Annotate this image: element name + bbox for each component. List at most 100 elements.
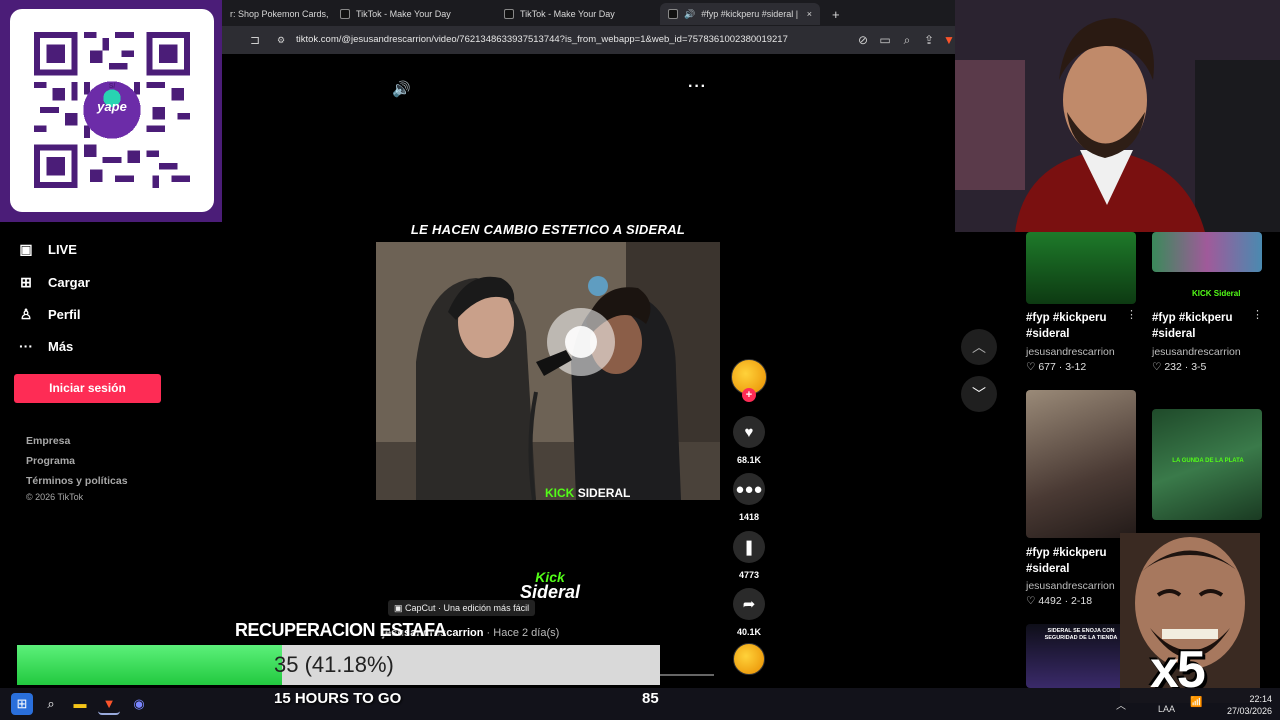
nav-item-live[interactable]: ▣ LIVE bbox=[18, 241, 77, 257]
chevron-up-icon: ︿ bbox=[972, 339, 986, 355]
thumb-caption: LA GUNDA DE LA PLATA bbox=[1172, 458, 1244, 464]
post-time: · Hace 2 día(s) bbox=[483, 627, 560, 639]
prev-video-button[interactable]: ︿ bbox=[961, 329, 997, 365]
comment-icon: ●●● bbox=[735, 480, 763, 498]
browser-tab-active[interactable]: 🔊 #fyp #kickperu #sideral | side × bbox=[660, 3, 820, 25]
network-icon[interactable]: 📶 bbox=[1190, 697, 1202, 708]
new-tab-button[interactable]: + bbox=[824, 3, 844, 25]
video-progress[interactable] bbox=[660, 674, 714, 676]
more-vertical-icon[interactable]: ⋮ bbox=[1126, 308, 1137, 321]
plus-icon: + bbox=[832, 6, 840, 22]
thumb-logo: KICK Sideral bbox=[1192, 289, 1241, 298]
card-title[interactable]: #fyp #kickperu #sideral bbox=[1026, 310, 1136, 342]
nav-label: LIVE bbox=[48, 241, 77, 257]
capcut-label: CapCut · Una edición más fácil bbox=[405, 603, 530, 613]
close-tab-icon[interactable]: × bbox=[807, 9, 812, 19]
card-user[interactable]: jesusandrescarrion bbox=[1026, 580, 1115, 592]
tab-label: TikTok - Make Your Day bbox=[356, 9, 451, 19]
browser-tab[interactable]: TikTok - Make Your Day bbox=[496, 3, 656, 25]
volume-icon[interactable]: 🔊 bbox=[392, 80, 411, 98]
footer-link-terms[interactable]: Términos y políticas bbox=[26, 475, 128, 487]
heart-icon: ♥ bbox=[744, 423, 754, 441]
card-meta: ♡ 4492 · 2-18 bbox=[1026, 595, 1093, 607]
browser-tab[interactable]: TikTok - Make Your Day bbox=[332, 3, 492, 25]
nav-item-profile[interactable]: ♙ Perfil bbox=[18, 306, 81, 322]
speaker-icon: 🔊 bbox=[684, 8, 696, 19]
heart-outline-icon: ♡ bbox=[1152, 361, 1165, 373]
tiktok-icon bbox=[668, 9, 678, 19]
card-user[interactable]: jesusandrescarrion bbox=[1152, 346, 1241, 358]
tiktok-icon bbox=[340, 9, 350, 19]
brave-icon[interactable]: ▼ bbox=[942, 33, 956, 47]
tab-label: TikTok - Make Your Day bbox=[520, 9, 615, 19]
tab-label: r: Shop Pokemon Cards, Pa bbox=[230, 9, 330, 19]
language-indicator[interactable]: LAA bbox=[1158, 704, 1175, 714]
site-info-icon[interactable]: ⚙ bbox=[274, 33, 288, 47]
video-caption-overlay: LE HACEN CAMBIO ESTETICO A SIDERAL bbox=[410, 222, 686, 237]
save-button[interactable]: ❚ bbox=[733, 531, 765, 563]
logo-sideral: Sideral bbox=[519, 582, 581, 602]
share-count: 40.1K bbox=[736, 627, 762, 637]
nav-item-upload[interactable]: ⊞ Cargar bbox=[18, 274, 90, 290]
goal-title: RECUPERACION ESTAFA bbox=[235, 620, 447, 640]
login-button[interactable]: Iniciar sesión bbox=[14, 374, 161, 403]
channel-text: SIDERAL bbox=[577, 486, 631, 500]
card-title[interactable]: #fyp #kickperu #sideral bbox=[1152, 310, 1262, 342]
card-likes: 232 bbox=[1164, 361, 1182, 373]
translate-icon[interactable]: ⊘ bbox=[856, 33, 870, 47]
webcam-overlay bbox=[955, 0, 1280, 232]
follow-plus-icon[interactable]: + bbox=[742, 388, 756, 402]
webcam-scene bbox=[955, 0, 1280, 232]
zoom-icon[interactable]: ⌕ bbox=[900, 33, 914, 47]
start-icon[interactable]: ⊞ bbox=[11, 693, 33, 715]
video-thumbnail[interactable] bbox=[1152, 232, 1262, 272]
browser-tab[interactable]: r: Shop Pokemon Cards, Pa bbox=[222, 3, 330, 25]
footer-link-empresa[interactable]: Empresa bbox=[26, 435, 70, 447]
nav-label: Perfil bbox=[48, 306, 81, 322]
live-icon: ▣ bbox=[19, 241, 33, 257]
footer-link-programa[interactable]: Programa bbox=[26, 455, 75, 467]
video-frame[interactable] bbox=[376, 242, 720, 500]
card-date: 2-18 bbox=[1071, 595, 1093, 607]
comment-count: 1418 bbox=[738, 512, 760, 522]
video-thumbnail[interactable] bbox=[1026, 390, 1136, 538]
sound-disc-icon[interactable] bbox=[733, 643, 765, 675]
kick-text: KICK bbox=[545, 486, 575, 500]
search-icon[interactable]: ⌕ bbox=[40, 693, 62, 715]
card-user[interactable]: jesusandrescarrion bbox=[1026, 346, 1115, 358]
nav-item-more[interactable]: ··· Más bbox=[18, 338, 73, 354]
video-thumbnail[interactable] bbox=[1026, 232, 1136, 304]
save-count: 4773 bbox=[738, 570, 760, 580]
url-field[interactable]: tiktok.com/@jesusandrescarrion/video/762… bbox=[296, 30, 876, 50]
capcut-icon: ▣ bbox=[394, 603, 406, 613]
next-video-button[interactable]: ﹀ bbox=[961, 376, 997, 412]
yape-badge: S/ bbox=[108, 83, 116, 90]
share-icon[interactable]: ⇪ bbox=[922, 33, 936, 47]
more-options-icon[interactable]: ··· bbox=[688, 78, 707, 96]
card-date: 3-12 bbox=[1065, 361, 1087, 373]
more-vertical-icon[interactable]: ⋮ bbox=[1252, 308, 1263, 321]
video-thumbnail[interactable] bbox=[1152, 409, 1262, 520]
share-button[interactable]: ➦ bbox=[733, 588, 765, 620]
kick-watermark: KICK SIDERAL bbox=[545, 486, 630, 500]
comment-button[interactable]: ●●● bbox=[733, 473, 765, 505]
capcut-badge[interactable]: ▣ CapCut · Una edición más fácil bbox=[388, 600, 536, 616]
kick-sideral-logo: Kick Sideral bbox=[509, 570, 591, 602]
tab-label: #fyp #kickperu #sideral | side bbox=[701, 9, 801, 19]
copyright: © 2026 TikTok bbox=[26, 492, 84, 502]
bookmark-icon[interactable]: ⊐ bbox=[248, 33, 262, 47]
like-button[interactable]: ♥ bbox=[733, 416, 765, 448]
heart-outline-icon: ♡ bbox=[1026, 361, 1039, 373]
nav-label: Cargar bbox=[48, 274, 90, 290]
more-icon: ··· bbox=[19, 338, 33, 354]
clock[interactable]: 22:14 27/03/2026 bbox=[1226, 693, 1272, 717]
cast-icon[interactable]: ▭ bbox=[878, 33, 892, 47]
brave-icon[interactable]: ▼ bbox=[98, 693, 120, 715]
file-explorer-icon[interactable]: ▬ bbox=[69, 693, 91, 715]
thumb-caption: SIDERAL SE ENOJA CON SEGURIDAD DE LA TIE… bbox=[1044, 628, 1118, 641]
heart-outline-icon: ♡ bbox=[1026, 595, 1039, 607]
tray-chevron-icon[interactable]: ︿ bbox=[1116, 697, 1126, 712]
discord-icon[interactable]: ◉ bbox=[128, 693, 150, 715]
yape-logo: yape bbox=[97, 99, 127, 114]
card-date: 3-5 bbox=[1191, 361, 1207, 373]
